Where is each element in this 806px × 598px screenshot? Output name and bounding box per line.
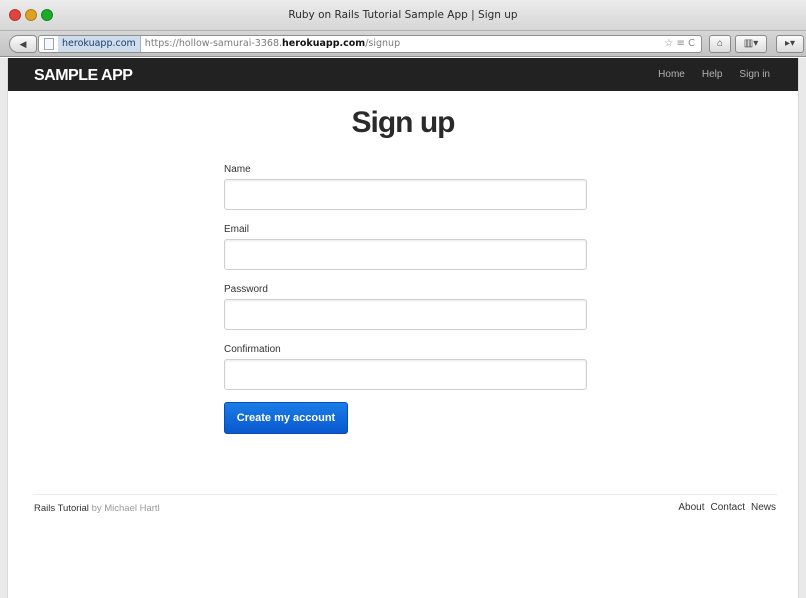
- url-path: /signup: [365, 38, 401, 49]
- footer-link-news[interactable]: News: [751, 502, 776, 513]
- nav-link-sign-in[interactable]: Sign in: [739, 69, 770, 80]
- back-arrow-icon: ◀: [19, 39, 27, 49]
- domain-badge: herokuapp.com: [58, 36, 141, 52]
- address-bar[interactable]: herokuapp.com https://hollow-samurai-3368…: [38, 35, 702, 53]
- password-label: Password: [224, 284, 268, 295]
- brand-logo[interactable]: SAMPLE APP: [34, 67, 133, 85]
- name-field[interactable]: [224, 179, 587, 210]
- email-label: Email: [224, 224, 250, 235]
- back-button[interactable]: ◀: [9, 35, 37, 53]
- email-field[interactable]: [224, 239, 587, 270]
- footer-links: About Contact News: [678, 502, 776, 513]
- create-account-button[interactable]: Create my account: [224, 402, 348, 434]
- footer-link-contact[interactable]: Contact: [711, 502, 745, 513]
- bookmarks-icon: ▥▾: [743, 38, 759, 49]
- home-button[interactable]: ⌂: [709, 35, 731, 53]
- confirmation-field[interactable]: [224, 359, 587, 390]
- name-label: Name: [224, 164, 251, 175]
- password-field[interactable]: [224, 299, 587, 330]
- window-titlebar: Ruby on Rails Tutorial Sample App | Sign…: [0, 0, 806, 31]
- nav-link-help[interactable]: Help: [702, 69, 723, 80]
- nav-link-home[interactable]: Home: [658, 69, 685, 80]
- extra-menu-button[interactable]: ▸▾: [776, 35, 804, 53]
- window-title: Ruby on Rails Tutorial Sample App | Sign…: [288, 9, 518, 21]
- footer-divider: [33, 494, 777, 495]
- footer-by-text: by: [91, 503, 102, 514]
- page-icon: [44, 38, 54, 50]
- url-prefix: https://hollow-samurai-3368.: [144, 38, 283, 49]
- confirmation-label: Confirmation: [224, 344, 281, 355]
- menu-icon: ▸▾: [784, 38, 796, 49]
- home-icon: ⌂: [716, 38, 724, 49]
- page-title: Sign up: [351, 106, 456, 139]
- url-host: herokuapp.com: [282, 38, 366, 49]
- nav-links: Home Help Sign in: [658, 69, 770, 80]
- site-navbar: SAMPLE APP Home Help Sign in: [8, 58, 798, 91]
- bookmark-reload-icons[interactable]: ☆ ≡ C: [664, 36, 695, 52]
- bookmarks-button[interactable]: ▥▾: [735, 35, 767, 53]
- footer-site-link[interactable]: Rails Tutorial: [34, 503, 89, 514]
- footer-link-about[interactable]: About: [678, 502, 704, 513]
- browser-toolbar: ◀ herokuapp.com https://hollow-samurai-33…: [0, 31, 806, 57]
- footer-credit: Rails Tutorial by Michael Hartl: [34, 503, 160, 514]
- footer-author-link[interactable]: Michael Hartl: [104, 503, 159, 514]
